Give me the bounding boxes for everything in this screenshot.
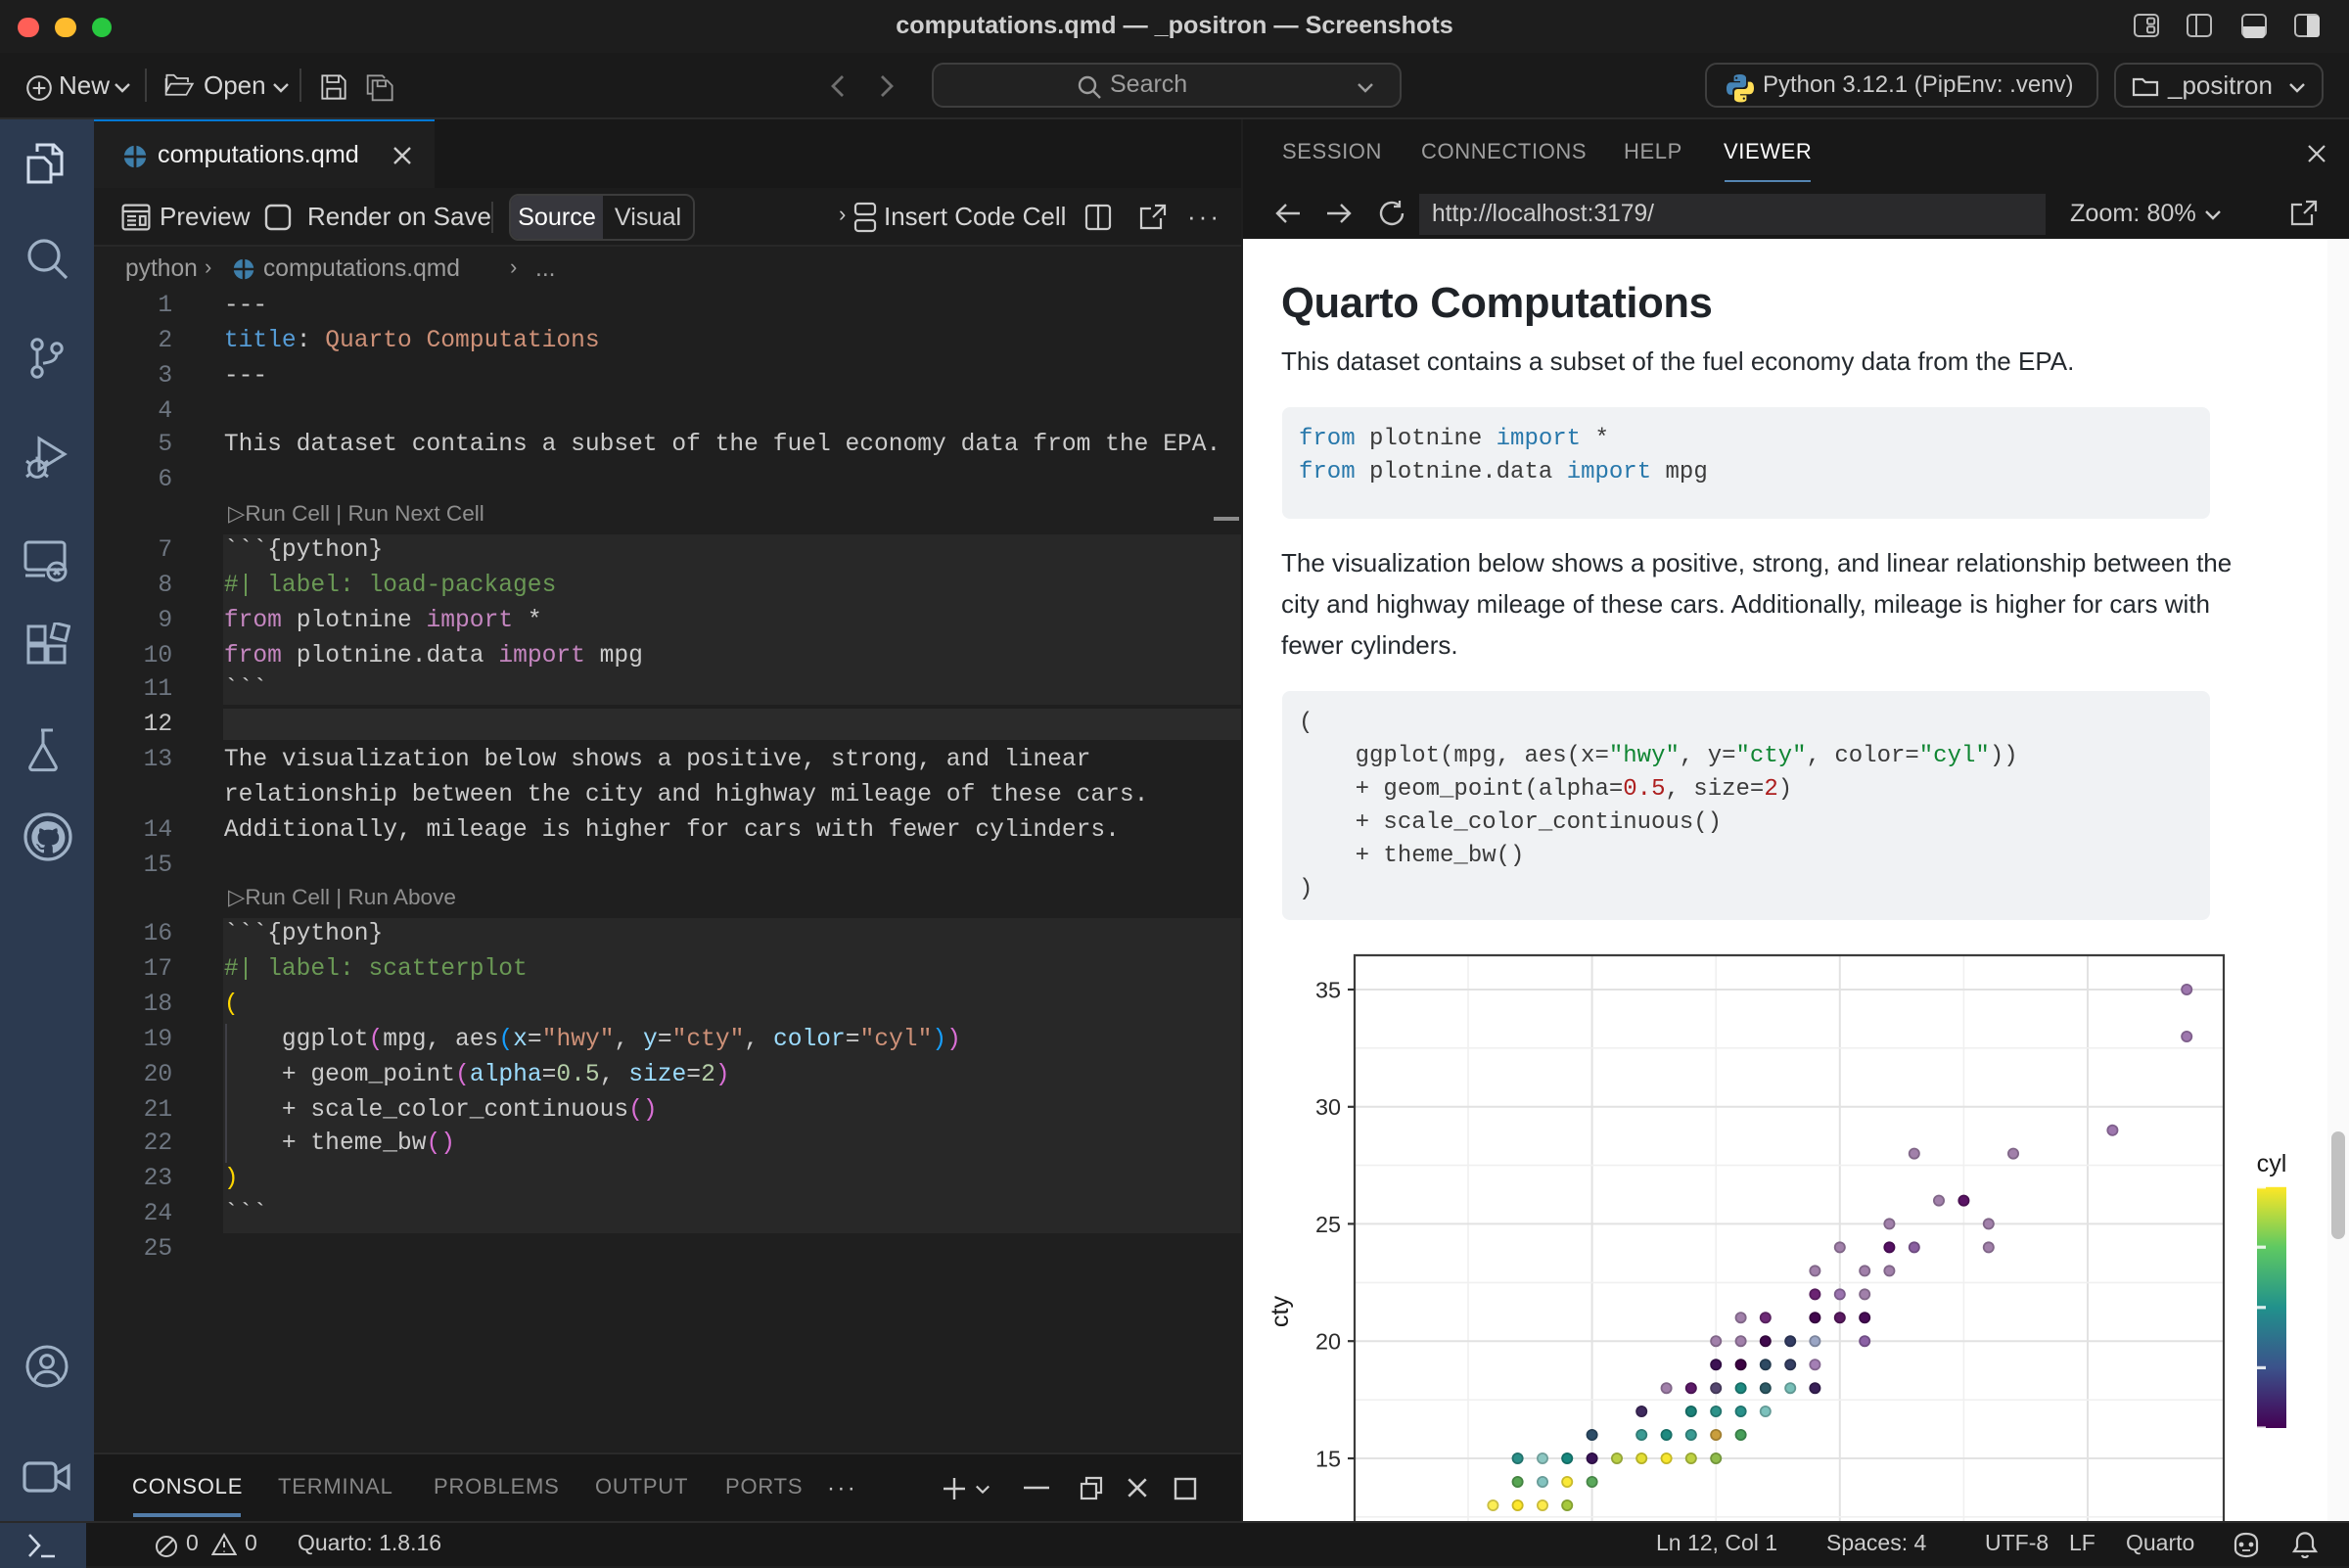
- svg-text:cty: cty: [1267, 1296, 1294, 1328]
- svg-text:cyl: cyl: [2257, 1150, 2287, 1177]
- svg-text:25: 25: [1315, 1212, 1341, 1237]
- svg-text:20: 20: [1315, 1329, 1341, 1355]
- svg-text:35: 35: [1315, 977, 1341, 1002]
- svg-text:15: 15: [1315, 1446, 1341, 1471]
- svg-text:30: 30: [1315, 1094, 1341, 1120]
